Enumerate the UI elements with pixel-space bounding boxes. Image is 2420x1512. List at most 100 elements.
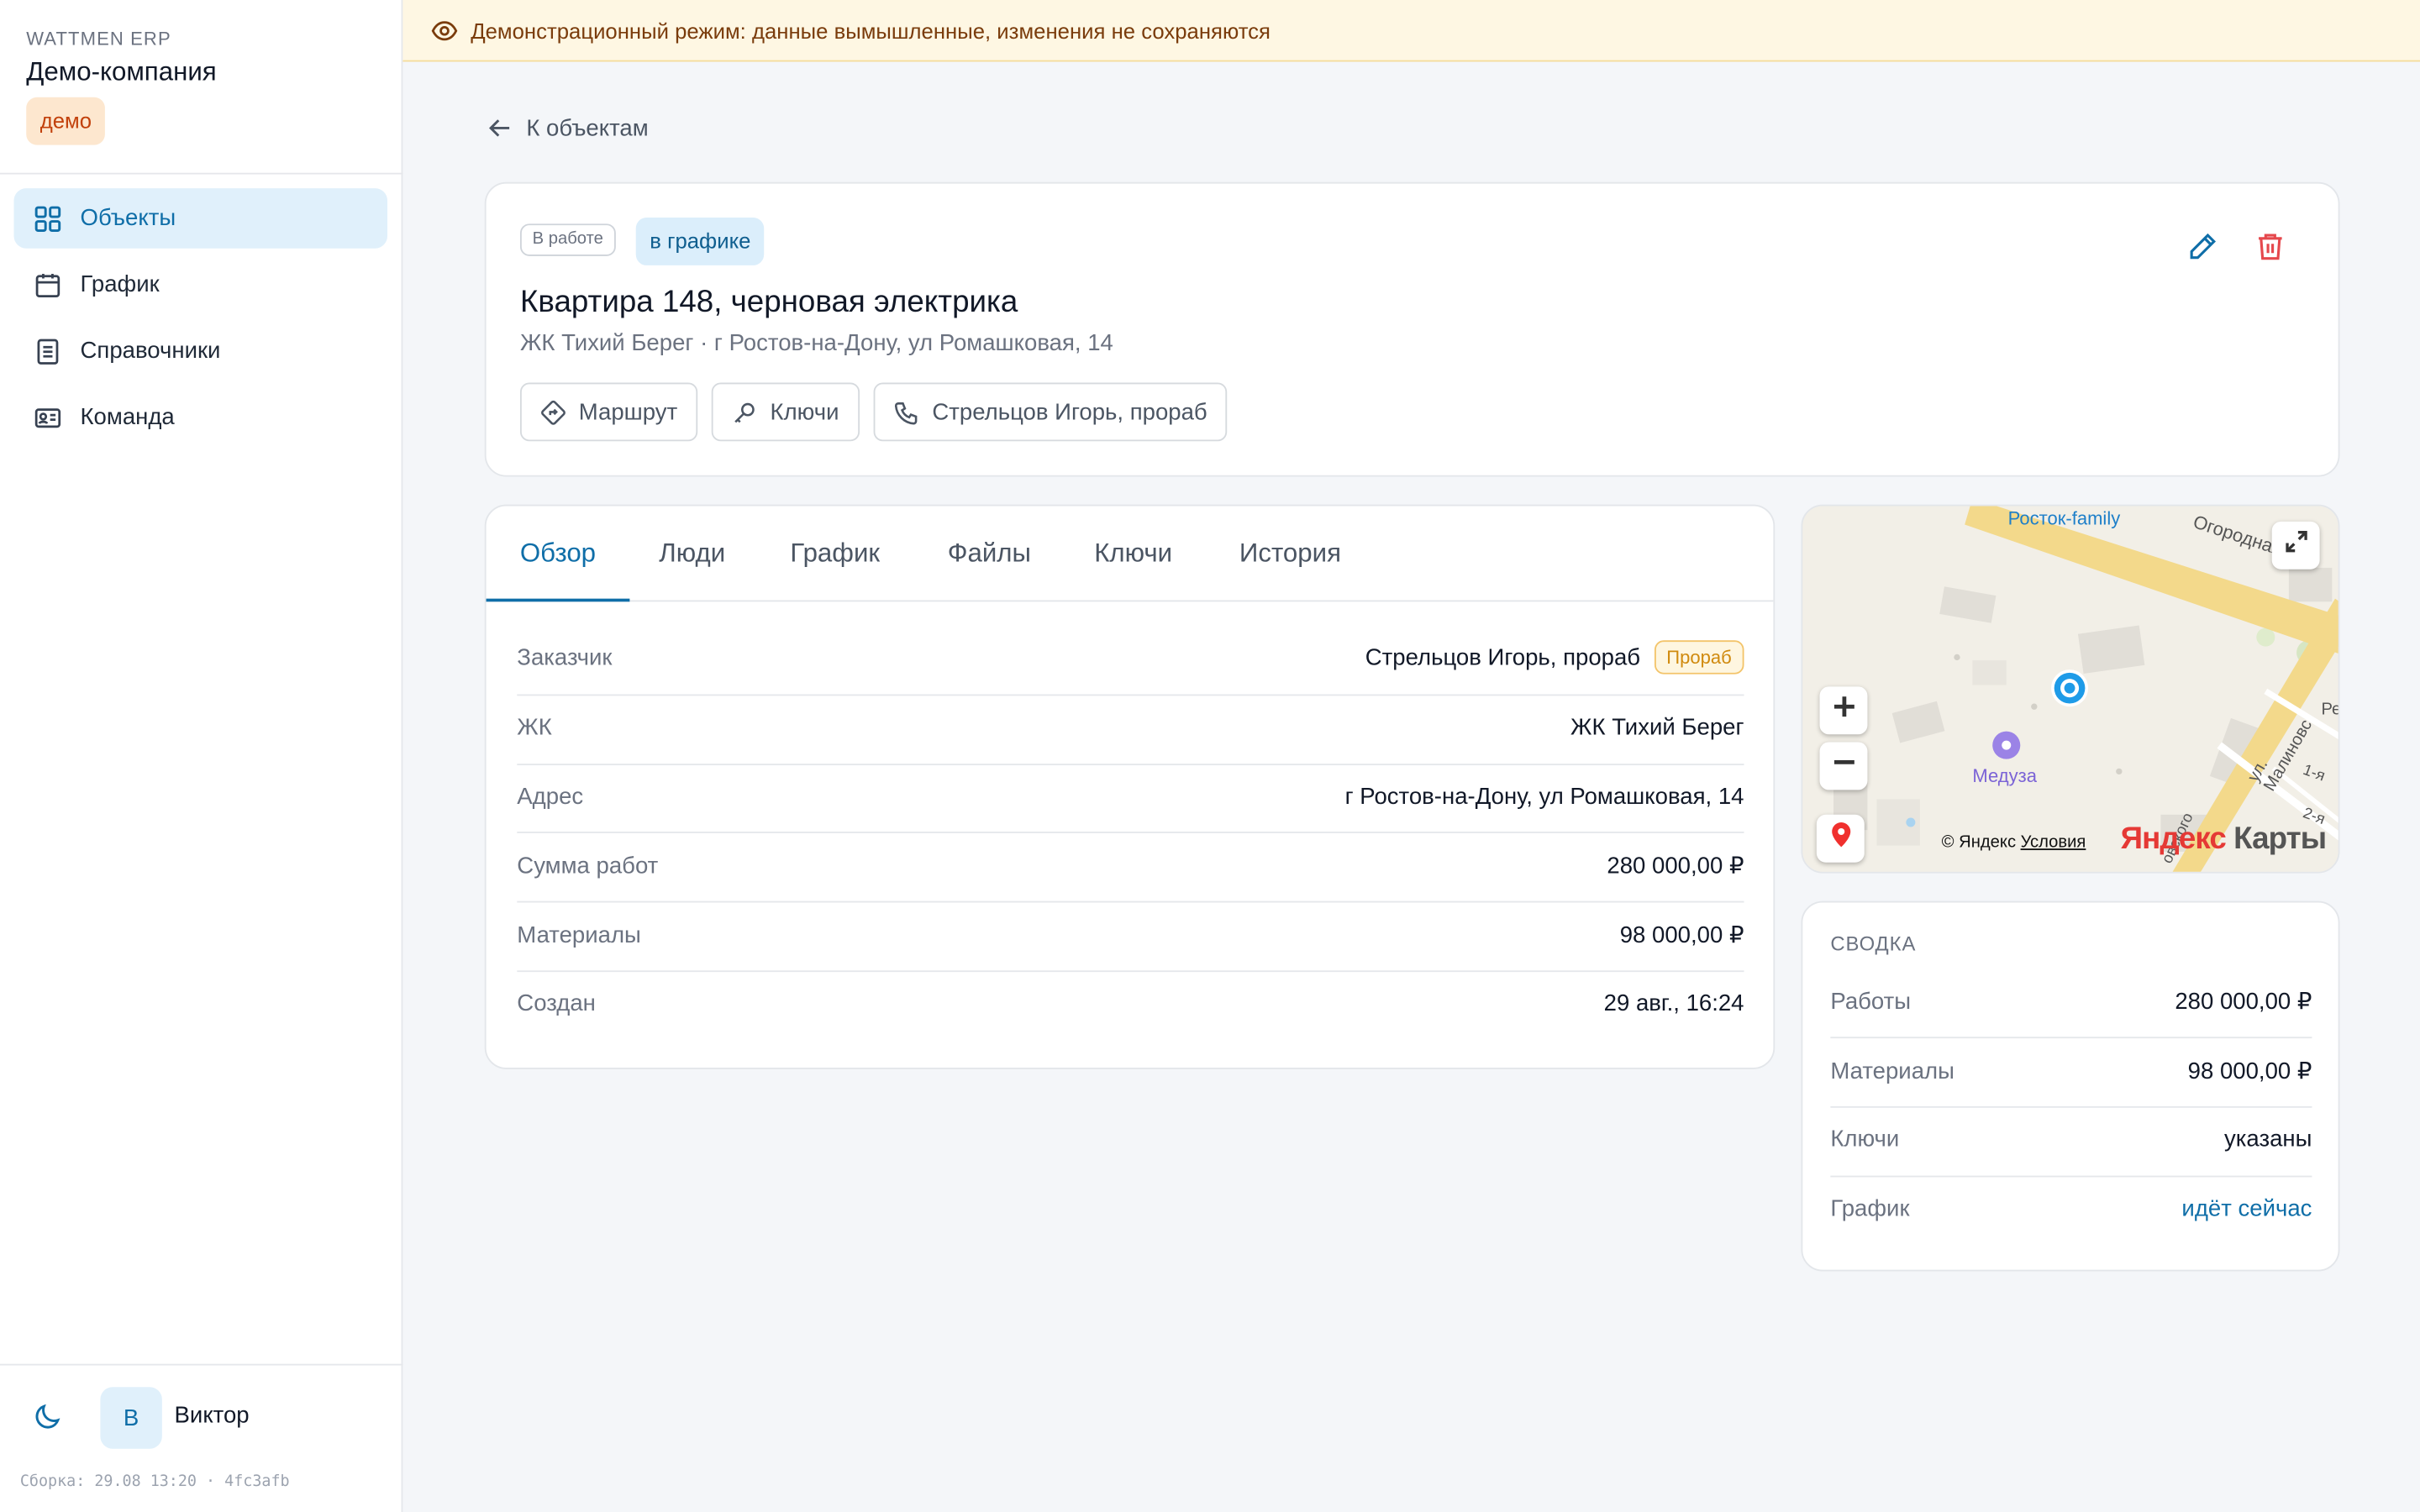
document-icon (34, 337, 61, 365)
schedule-status-link[interactable]: идёт сейчас (2181, 1195, 2312, 1221)
route-icon (540, 399, 566, 425)
sidebar-item-label: Команда (80, 404, 175, 431)
brand-name: WATTMEN ERP (26, 28, 171, 50)
tab-files[interactable]: Файлы (948, 506, 1031, 601)
tab-overview[interactable]: Обзор (486, 506, 630, 602)
detail-label: Сумма работ (517, 852, 659, 879)
phone-icon (893, 399, 919, 425)
sidebar-item-label: Объекты (80, 205, 176, 232)
summary-value: указаны (2223, 1125, 2312, 1152)
pencil-icon (2186, 229, 2219, 271)
detail-row-created: Создан 29 авг., 16:24 (517, 969, 1744, 1037)
summary-label: График (1830, 1194, 1910, 1221)
tab-people[interactable]: Люди (659, 506, 725, 601)
object-details-card: Обзор Люди График Файлы Ключи История За… (484, 504, 1776, 1069)
call-foreman-label: Стрельцов Игорь, прораб (932, 398, 1207, 426)
summary-value: 98 000,00 ₽ (2187, 1058, 2312, 1085)
user-name[interactable]: Виктор (175, 1403, 250, 1429)
yandex-maps-logo[interactable]: Яндекс Карты (2121, 822, 2327, 858)
summary-title: СВОДКА (1830, 932, 1917, 955)
object-subtitle: ЖК Тихий Берег · г Ростов-на-Дону, ул Ро… (519, 330, 1113, 357)
sidebar-item-team[interactable]: Команда (14, 387, 387, 448)
demo-banner: Демонстрационный режим: данные вымышленн… (402, 0, 2420, 62)
role-badge: Прораб (1654, 640, 1744, 675)
customer-name[interactable]: Стрельцов Игорь, прораб (1365, 644, 1640, 670)
detail-label: Заказчик (517, 643, 613, 671)
grid-icon (34, 204, 61, 232)
map-poi-label: Медуза (1972, 765, 2037, 787)
object-header-card: В работе в графике Квартира 148, чернова… (484, 181, 2340, 477)
map-attribution-text: © Яндекс (1941, 832, 2017, 852)
detail-row-work-sum: Сумма работ 280 000,00 ₽ (517, 832, 1744, 900)
route-button[interactable]: Маршрут (519, 382, 698, 442)
map-geolocation-button[interactable] (1816, 814, 1865, 863)
back-link-label: К объектам (526, 114, 649, 142)
detail-value: Стрельцов Игорь, прораб Прораб (1365, 640, 1744, 675)
detail-row-complex: ЖК ЖК Тихий Берег (517, 693, 1744, 761)
tab-bar: Обзор Люди График Файлы Ключи История (486, 506, 1774, 602)
keys-button[interactable]: Ключи (711, 382, 860, 442)
calendar-icon (34, 270, 61, 298)
map-zoom-out-button[interactable] (1819, 742, 1868, 790)
banner-text: Демонстрационный режим: данные вымышленн… (471, 18, 1270, 43)
map-fullscreen-button[interactable] (2271, 521, 2320, 570)
detail-value: 29 авг., 16:24 (1603, 990, 1744, 1016)
id-card-icon (34, 403, 61, 431)
detail-row-materials: Материалы 98 000,00 ₽ (517, 901, 1744, 969)
company-name: Демо-компания (26, 56, 217, 87)
map-widget[interactable]: Росток-family Огородная ул. Малиновс Ре … (1801, 504, 2340, 874)
sidebar-divider (0, 1363, 403, 1366)
tab-history[interactable]: История (1239, 506, 1341, 601)
detail-label: Создан (517, 990, 596, 1016)
minus-icon (1831, 750, 1855, 783)
detail-value: г Ростов-на-Дону, ул Ромашковая, 14 (1344, 783, 1744, 810)
summary-row-works: Работы 280 000,00 ₽ (1830, 968, 2312, 1036)
route-button-label: Маршрут (578, 398, 678, 426)
page-title: Квартира 148, черновая электрика (519, 285, 1018, 320)
delete-button[interactable] (2250, 230, 2291, 270)
plus-icon (1831, 695, 1855, 727)
schedule-status-badge: в графике (635, 217, 765, 265)
tab-keys[interactable]: Ключи (1094, 506, 1172, 601)
detail-row-customer: Заказчик Стрельцов Игорь, прораб Прораб (517, 623, 1744, 691)
sidebar-item-schedule[interactable]: График (14, 255, 387, 315)
sidebar-item-references[interactable]: Справочники (14, 321, 387, 381)
sidebar-item-label: Справочники (80, 338, 221, 365)
trash-icon (2254, 229, 2287, 271)
avatar[interactable]: В (100, 1387, 162, 1449)
map-poi-label: Росток-family (2007, 507, 2121, 530)
map-canvas[interactable] (1802, 506, 2339, 873)
map-terms-link[interactable]: Условия (2021, 833, 2086, 852)
moon-icon (33, 1400, 64, 1439)
build-info: Сборка: 29.08 13:20 · 4fc3afb (19, 1473, 290, 1491)
map-attribution: © Яндекс Условия (1942, 833, 2086, 852)
call-foreman-button[interactable]: Стрельцов Игорь, прораб (873, 382, 1228, 442)
summary-card: СВОДКА Работы 280 000,00 ₽ Материалы 98 … (1801, 900, 2340, 1272)
tab-schedule[interactable]: График (790, 506, 880, 601)
map-pin-icon (1828, 821, 1853, 856)
edit-button[interactable] (2182, 230, 2223, 270)
summary-row-materials: Материалы 98 000,00 ₽ (1830, 1037, 2312, 1105)
demo-badge: демо (26, 97, 106, 145)
sidebar: WATTMEN ERP Демо-компания демо Объекты Г… (0, 0, 403, 1512)
sidebar-item-label: График (80, 271, 160, 298)
summary-label: Материалы (1830, 1058, 1954, 1084)
sidebar-item-objects[interactable]: Объекты (13, 188, 388, 249)
summary-label: Ключи (1830, 1125, 1900, 1152)
theme-toggle-button[interactable] (28, 1399, 68, 1440)
detail-value: 280 000,00 ₽ (1607, 853, 1744, 879)
keys-button-label: Ключи (770, 398, 839, 426)
map-street-label: Ре (2321, 700, 2340, 719)
detail-label: Материалы (517, 921, 641, 948)
expand-icon (2283, 529, 2307, 562)
detail-label: Адрес (517, 783, 584, 810)
summary-row-schedule: График идёт сейчас (1830, 1174, 2312, 1242)
detail-value: 98 000,00 ₽ (1619, 922, 1744, 949)
map-zoom-in-button[interactable] (1819, 686, 1868, 735)
summary-value: 280 000,00 ₽ (2175, 989, 2312, 1016)
detail-value: ЖК Тихий Берег (1570, 713, 1744, 740)
back-to-objects-link[interactable]: К объектам (487, 114, 649, 142)
status-badge: В работе (519, 223, 616, 256)
sidebar-divider (0, 172, 403, 175)
summary-row-keys: Ключи указаны (1830, 1105, 2312, 1173)
